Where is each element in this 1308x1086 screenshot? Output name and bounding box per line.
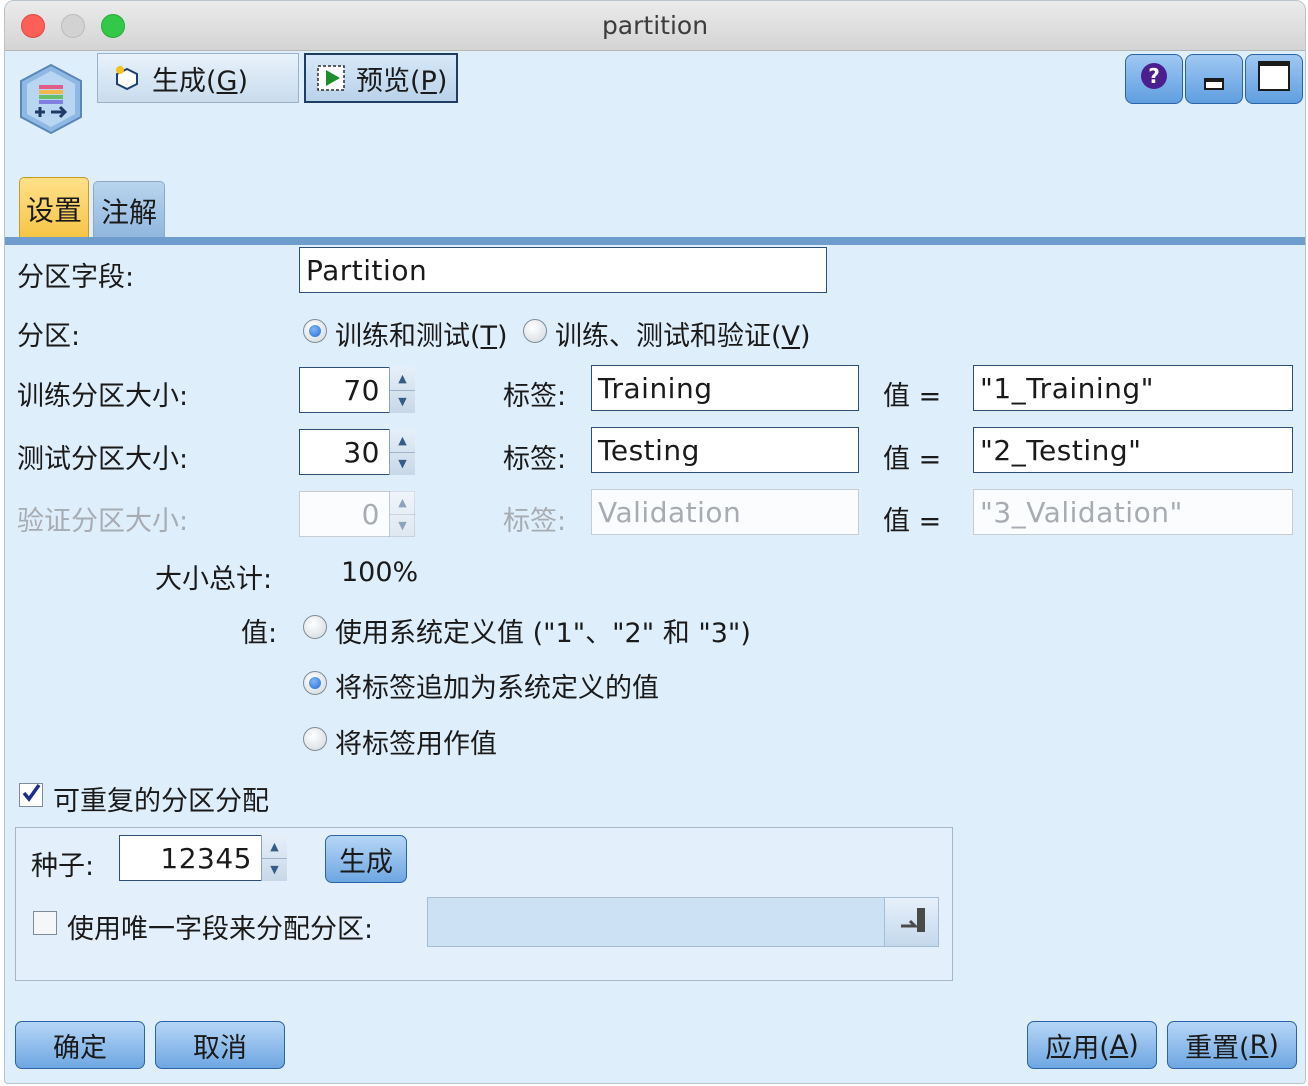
total-size-label: 大小总计: bbox=[155, 564, 273, 595]
tab-divider bbox=[5, 237, 1305, 245]
partition-field-input[interactable]: Partition bbox=[299, 247, 827, 293]
maximize-panel-button[interactable] bbox=[1245, 54, 1303, 104]
help-button[interactable]: ? bbox=[1125, 54, 1183, 104]
ok-button[interactable]: 确定 bbox=[15, 1021, 145, 1069]
repeatable-checkbox[interactable] bbox=[19, 783, 43, 807]
testing-size-stepper[interactable]: ▲ ▼ bbox=[389, 429, 415, 475]
total-size-value: 100% bbox=[341, 557, 419, 588]
generate-sparkle-icon bbox=[112, 63, 142, 93]
tab-annotations[interactable]: 注解 bbox=[93, 181, 165, 239]
testing-tag-label: 标签: bbox=[503, 444, 567, 475]
preview-label: 预览( bbox=[356, 65, 421, 97]
tab-settings[interactable]: 设置 bbox=[19, 177, 89, 239]
radio-train-test-validate-label[interactable]: 训练、测试和验证(V) bbox=[555, 314, 811, 353]
preview-button[interactable]: 预览(P) bbox=[304, 53, 458, 103]
minimize-panel-button[interactable] bbox=[1185, 54, 1243, 104]
generate-label-end: ) bbox=[237, 65, 249, 97]
testing-value-input[interactable]: "2_Testing" bbox=[973, 427, 1293, 473]
validation-tag-label: 标签: bbox=[503, 506, 567, 537]
partition-field-label: 分区字段: bbox=[17, 262, 135, 293]
partition-dialog: partition 生成(G) 预览(P) ? 设置 注解 分区字段: Part… bbox=[4, 0, 1306, 1084]
validation-tag-input: Validation bbox=[591, 489, 859, 535]
radio-train-test-validate[interactable] bbox=[523, 319, 547, 343]
radio-append-labels[interactable] bbox=[303, 671, 327, 695]
stepper-up-icon: ▲ bbox=[398, 495, 407, 509]
training-tag-input[interactable]: Training bbox=[591, 365, 859, 411]
unique-field-checkbox[interactable] bbox=[33, 911, 57, 935]
minimize-icon bbox=[1199, 61, 1229, 98]
training-tag-label: 标签: bbox=[503, 381, 567, 412]
testing-size-label: 测试分区大小: bbox=[17, 444, 189, 475]
field-picker-icon bbox=[895, 902, 929, 943]
generate-label: 生成( bbox=[152, 65, 217, 97]
seed-label: 种子: bbox=[31, 851, 95, 882]
training-size-stepper[interactable]: ▲ ▼ bbox=[389, 367, 415, 413]
preview-label-end: ) bbox=[436, 65, 448, 97]
svg-text:?: ? bbox=[1148, 64, 1160, 88]
partition-node-icon bbox=[13, 61, 89, 137]
stepper-down-icon[interactable]: ▼ bbox=[262, 857, 287, 882]
generate-menu-button[interactable]: 生成(G) bbox=[97, 53, 299, 103]
radio-use-labels-label[interactable]: 将标签用作值 bbox=[335, 722, 497, 761]
cancel-button[interactable]: 取消 bbox=[155, 1021, 285, 1069]
preview-mnemonic: P bbox=[420, 65, 437, 97]
radio-use-labels[interactable] bbox=[303, 727, 327, 751]
testing-value-eq: 值 = bbox=[883, 444, 942, 475]
window-title: partition bbox=[601, 11, 709, 40]
checkmark-icon bbox=[20, 780, 42, 811]
field-picker-button[interactable] bbox=[884, 898, 938, 946]
help-icon: ? bbox=[1139, 61, 1169, 98]
stepper-down-icon: ▼ bbox=[390, 513, 415, 538]
stepper-up-icon[interactable]: ▲ bbox=[390, 367, 415, 390]
stepper-down-icon[interactable]: ▼ bbox=[390, 389, 415, 414]
radio-system-values-label[interactable]: 使用系统定义值 ("1"、"2" 和 "3") bbox=[335, 611, 751, 650]
training-value-eq: 值 = bbox=[883, 381, 942, 412]
unique-field-select[interactable] bbox=[427, 897, 939, 947]
radio-train-test-label[interactable]: 训练和测试(T) bbox=[335, 314, 508, 353]
radio-append-labels-label[interactable]: 将标签追加为系统定义的值 bbox=[335, 666, 659, 705]
stepper-down-icon[interactable]: ▼ bbox=[390, 451, 415, 476]
seed-stepper[interactable]: ▲ ▼ bbox=[261, 835, 287, 881]
radio-train-test[interactable] bbox=[303, 319, 327, 343]
generate-seed-button[interactable]: 生成 bbox=[325, 835, 407, 883]
validation-value-eq: 值 = bbox=[883, 506, 942, 537]
maximize-icon bbox=[1257, 60, 1291, 99]
preview-play-icon bbox=[316, 63, 346, 93]
title-bar: partition bbox=[5, 1, 1305, 51]
partitions-label: 分区: bbox=[17, 321, 81, 352]
unique-field-label[interactable]: 使用唯一字段来分配分区: bbox=[67, 907, 373, 946]
validation-size-label: 验证分区大小: bbox=[17, 506, 189, 537]
radio-system-values[interactable] bbox=[303, 615, 327, 639]
generate-mnemonic: G bbox=[216, 65, 238, 97]
testing-tag-input[interactable]: Testing bbox=[591, 427, 859, 473]
stepper-up-icon[interactable]: ▲ bbox=[390, 429, 415, 452]
repeatable-label[interactable]: 可重复的分区分配 bbox=[53, 779, 269, 818]
values-label: 值: bbox=[241, 618, 278, 649]
validation-value-input: "3_Validation" bbox=[973, 489, 1293, 535]
training-value-input[interactable]: "1_Training" bbox=[973, 365, 1293, 411]
training-size-label: 训练分区大小: bbox=[17, 381, 189, 412]
reset-button[interactable]: 重置(R) bbox=[1167, 1021, 1297, 1069]
validation-size-stepper: ▲ ▼ bbox=[389, 491, 415, 537]
apply-button[interactable]: 应用(A) bbox=[1027, 1021, 1157, 1069]
stepper-up-icon[interactable]: ▲ bbox=[262, 835, 287, 858]
